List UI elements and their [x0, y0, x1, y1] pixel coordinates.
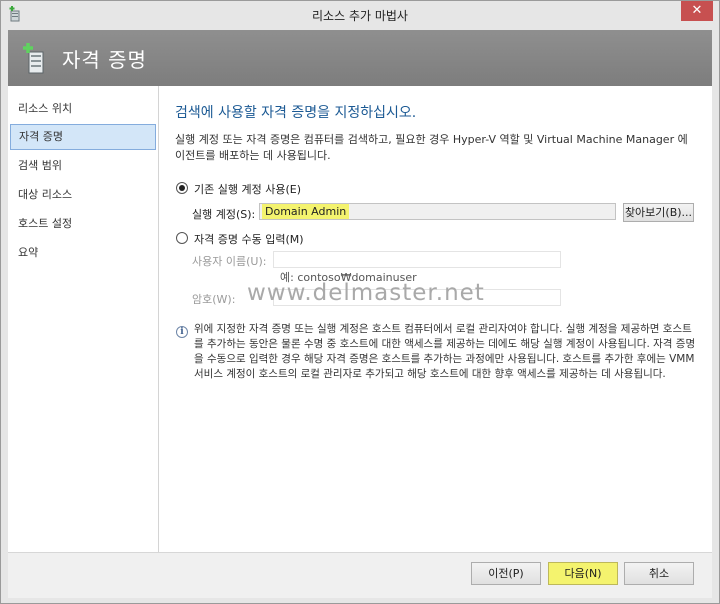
username-label: 사용자 이름(U): [192, 255, 267, 268]
content-area: 리소스 위치 자격 증명 검색 범위 대상 리소스 호스트 설정 요약 검색에 … [8, 86, 712, 552]
wizard-sidebar: 리소스 위치 자격 증명 검색 범위 대상 리소스 호스트 설정 요약 [8, 86, 159, 552]
server-key-icon [21, 42, 47, 74]
sidebar-item-credentials[interactable]: 자격 증명 [10, 124, 156, 150]
username-input[interactable] [273, 251, 561, 268]
wizard-footer: 이전(P) 다음(N) 취소 [8, 552, 712, 598]
run-as-account-field[interactable]: Domain Admin [259, 203, 616, 220]
watermark-text: www.delmaster.net [247, 280, 485, 306]
wizard-window: 리소스 추가 마법사 ✕ 자격 증명 리소스 위치 자격 증명 검색 범위 대상… [0, 0, 720, 604]
info-icon: i [176, 326, 188, 338]
section-heading: 검색에 사용할 자격 증명을 지정하십시오. [175, 105, 417, 121]
page-title: 자격 증명 [62, 48, 147, 72]
use-existing-account-radio[interactable] [176, 182, 188, 194]
section-description: 실행 계정 또는 자격 증명은 컴퓨터를 검색하고, 필요한 경우 Hyper-… [175, 133, 688, 162]
sidebar-item-summary[interactable]: 요약 [8, 240, 157, 266]
close-button[interactable]: ✕ [681, 1, 713, 21]
browse-button[interactable]: 찾아보기(B)... [623, 203, 694, 222]
sidebar-item-discovery-scope[interactable]: 검색 범위 [8, 153, 157, 179]
window-title: 리소스 추가 마법사 [312, 9, 408, 23]
manual-credentials-radio[interactable] [176, 232, 188, 244]
info-note: 위에 지정한 자격 증명 또는 실행 계정은 호스트 컴퓨터에서 로컬 관리자여… [194, 323, 696, 380]
run-as-account-value: Domain Admin [262, 204, 350, 219]
sidebar-item-resource-location[interactable]: 리소스 위치 [8, 96, 157, 122]
run-as-account-label: 실행 계정(S): [192, 208, 256, 221]
next-button[interactable]: 다음(N) [548, 562, 618, 585]
header-banner: 자격 증명 [8, 30, 712, 86]
sidebar-item-host-settings[interactable]: 호스트 설정 [8, 211, 157, 237]
use-existing-account-label[interactable]: 기존 실행 계정 사용(E) [194, 181, 301, 197]
title-bar[interactable]: 리소스 추가 마법사 ✕ [1, 1, 719, 30]
password-label: 암호(W): [192, 293, 236, 306]
main-panel: 검색에 사용할 자격 증명을 지정하십시오. 실행 계정 또는 자격 증명은 컴… [160, 86, 712, 552]
cancel-button[interactable]: 취소 [624, 562, 694, 585]
manual-credentials-label[interactable]: 자격 증명 수동 입력(M) [194, 231, 304, 247]
sidebar-item-target-resources[interactable]: 대상 리소스 [8, 182, 157, 208]
previous-button[interactable]: 이전(P) [471, 562, 541, 585]
